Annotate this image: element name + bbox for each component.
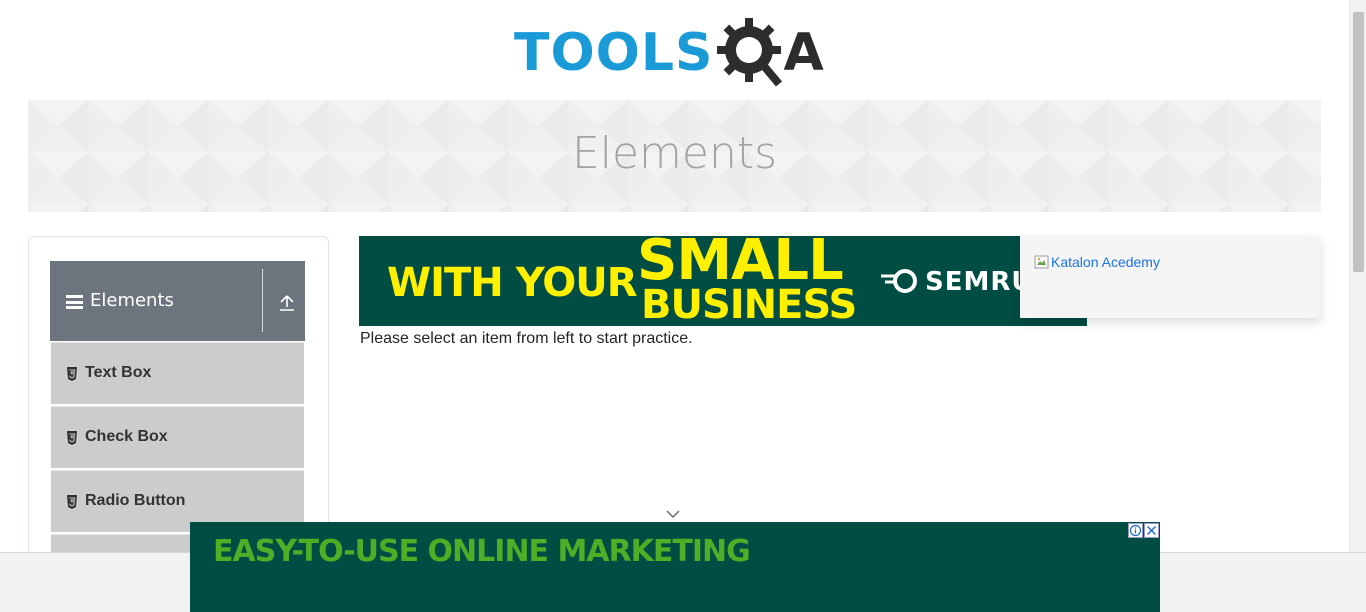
scrollbar-thumb[interactable] [1353,12,1364,272]
page-title: Elements [571,128,778,179]
menu-item-check-box[interactable]: Check Box [51,406,304,468]
close-icon [1147,526,1156,535]
logo-a-text: A [783,23,824,83]
menu-item-text-box[interactable]: Text Box [51,342,304,404]
info-icon [1129,524,1142,537]
ad-close-icon[interactable] [1144,523,1159,538]
html5-icon [67,431,77,445]
hamburger-icon [66,295,83,309]
header-divider [262,269,263,332]
bottom-ad-headline: EASY-TO-USE ONLINE MARKETING [213,534,751,569]
katalon-broken-image[interactable]: Katalon Acedemy [1034,254,1160,270]
menu-item-label: Text Box [85,364,152,381]
menu-item-label: Check Box [85,428,168,445]
bottom-ad-banner[interactable]: EASY-TO-USE ONLINE MARKETING [190,522,1160,612]
page-banner: Elements [28,100,1321,212]
katalon-alt-text: Katalon Acedemy [1051,254,1160,270]
gear-search-icon [717,18,783,87]
logo-tools-text: TOOLS [514,23,714,83]
ad-text-line1: WITH YOUR [387,260,638,306]
upload-arrow-icon[interactable] [279,294,295,312]
adchoices-icon[interactable] [1128,523,1143,538]
menu-item-label: Radio Button [85,492,186,509]
group-title: Elements [90,290,174,311]
broken-image-icon [1034,255,1049,269]
ad-brand-text: SEMRU [925,267,1034,297]
katalon-ad[interactable]: Katalon Acedemy [1020,236,1320,318]
toolsqa-logo[interactable]: TOOLS A [514,14,838,92]
html5-icon [67,495,77,509]
page-scrollbar[interactable] [1349,0,1366,552]
chevron-down-icon[interactable] [664,508,682,520]
group-header-elements[interactable]: Elements [50,261,305,341]
ad-text-line3: BUSINESS [641,282,857,326]
semrush-logo-icon [881,269,917,293]
instructions-text: Please select an item from left to start… [360,330,693,347]
html5-icon [67,367,77,381]
top-ad-banner[interactable]: WITH YOUR SMALL BUSINESS SEMRU [359,236,1087,326]
